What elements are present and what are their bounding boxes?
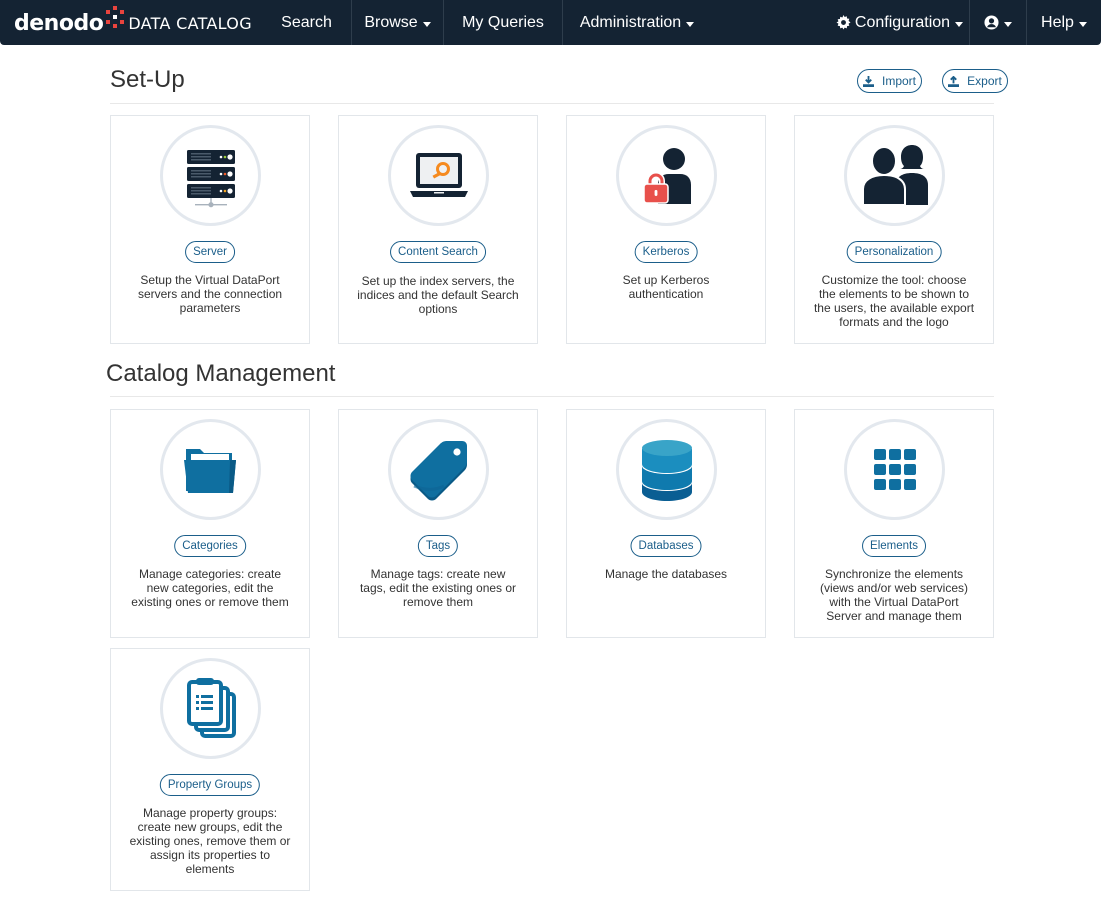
upload-icon [948, 75, 960, 87]
download-icon [862, 75, 874, 87]
nav-configuration-label: Configuration [854, 13, 951, 31]
brand-logo-dots-icon [104, 6, 126, 28]
brand-logo: denodo [14, 10, 104, 36]
icon-circle [844, 125, 945, 226]
databases-description: Manage the databases [604, 567, 728, 581]
categories-button[interactable]: Categories [174, 535, 246, 557]
database-icon [641, 439, 692, 501]
user-lock-icon [642, 147, 691, 204]
nav-help[interactable]: Help [1027, 0, 1101, 45]
section-divider [110, 103, 994, 104]
brand[interactable]: denodo DATA CATALOG [14, 6, 252, 40]
catalog-section-title: Catalog Management [106, 360, 336, 387]
property-groups-description: Manage property groups: create new group… [129, 806, 291, 876]
nav-help-label: Help [1041, 13, 1074, 31]
content-search-button[interactable]: Content Search [390, 241, 486, 263]
personalization-description: Customize the tool: choose the elements … [813, 273, 975, 329]
server-button[interactable]: Server [185, 241, 235, 263]
laptop-search-icon [409, 152, 468, 197]
kerberos-button[interactable]: Kerberos [634, 241, 698, 263]
nav-my-queries[interactable]: My Queries [444, 0, 562, 45]
icon-circle [844, 419, 945, 520]
top-navbar: denodo DATA CATALOG Search Browse My Que… [0, 0, 1101, 45]
nav-search-label: Search [281, 13, 332, 31]
caret-down-icon [686, 21, 695, 27]
icon-circle [160, 125, 261, 226]
icon-circle [388, 419, 489, 520]
content-search-card: Content Search Set up the index servers,… [338, 115, 538, 344]
content-search-description: Set up the index servers, the indices an… [357, 274, 519, 316]
caret-down-icon [422, 21, 431, 27]
user-circle-icon [984, 15, 999, 30]
nav-my-queries-label: My Queries [462, 13, 544, 31]
import-label: Import [881, 74, 916, 88]
tags-button[interactable]: Tags [417, 535, 459, 557]
personalization-button[interactable]: Personalization [846, 241, 942, 263]
personalization-card: Personalization Customize the tool: choo… [794, 115, 994, 344]
elements-button[interactable]: Elements [862, 535, 926, 557]
property-groups-button[interactable]: Property Groups [159, 774, 261, 796]
caret-down-icon [1004, 21, 1012, 27]
users-icon [861, 144, 928, 206]
kerberos-card: Kerberos Set up Kerberos authentication [566, 115, 766, 344]
section-divider [110, 396, 994, 397]
gear-icon [836, 15, 851, 30]
server-card: Server Setup the Virtual DataPort server… [110, 115, 310, 344]
server-description: Setup the Virtual DataPort servers and t… [137, 273, 283, 315]
nav-browse[interactable]: Browse [352, 0, 443, 45]
import-button[interactable]: Import [857, 69, 922, 93]
nav-configuration[interactable]: Configuration [830, 0, 969, 45]
icon-circle [160, 658, 261, 759]
databases-card: Databases Manage the databases [566, 409, 766, 638]
kerberos-description: Set up Kerberos authentication [622, 273, 710, 301]
icon-circle [616, 419, 717, 520]
categories-card: Categories Manage categories: create new… [110, 409, 310, 638]
export-button[interactable]: Export [942, 69, 1008, 93]
databases-button[interactable]: Databases [630, 535, 702, 557]
grid-icon [873, 448, 916, 490]
tag-icon [410, 440, 467, 500]
caret-down-icon [1078, 21, 1087, 27]
tags-card: Tags Manage tags: create new tags, edit … [338, 409, 538, 638]
elements-card: Elements Synchronize the elements (views… [794, 409, 994, 638]
property-groups-card: Property Groups Manage property groups: … [110, 648, 310, 891]
nav-search[interactable]: Search [262, 0, 351, 45]
server-icon [186, 149, 235, 207]
product-title: DATA CATALOG [128, 13, 252, 33]
icon-circle [388, 125, 489, 226]
clipboard-list-icon [186, 677, 236, 738]
caret-down-icon [955, 21, 964, 27]
nav-administration[interactable]: Administration [563, 0, 711, 45]
folder-icon [183, 448, 236, 493]
nav-browse-label: Browse [364, 13, 418, 31]
icon-circle [616, 125, 717, 226]
setup-section-title: Set-Up [110, 66, 185, 93]
categories-description: Manage categories: create new categories… [131, 567, 289, 609]
elements-description: Synchronize the elements (views and/or w… [819, 567, 969, 623]
icon-circle [160, 419, 261, 520]
export-label: Export [967, 74, 1002, 88]
nav-administration-label: Administration [579, 13, 682, 31]
nav-user-menu[interactable] [970, 0, 1026, 45]
tags-description: Manage tags: create new tags, edit the e… [359, 567, 517, 609]
